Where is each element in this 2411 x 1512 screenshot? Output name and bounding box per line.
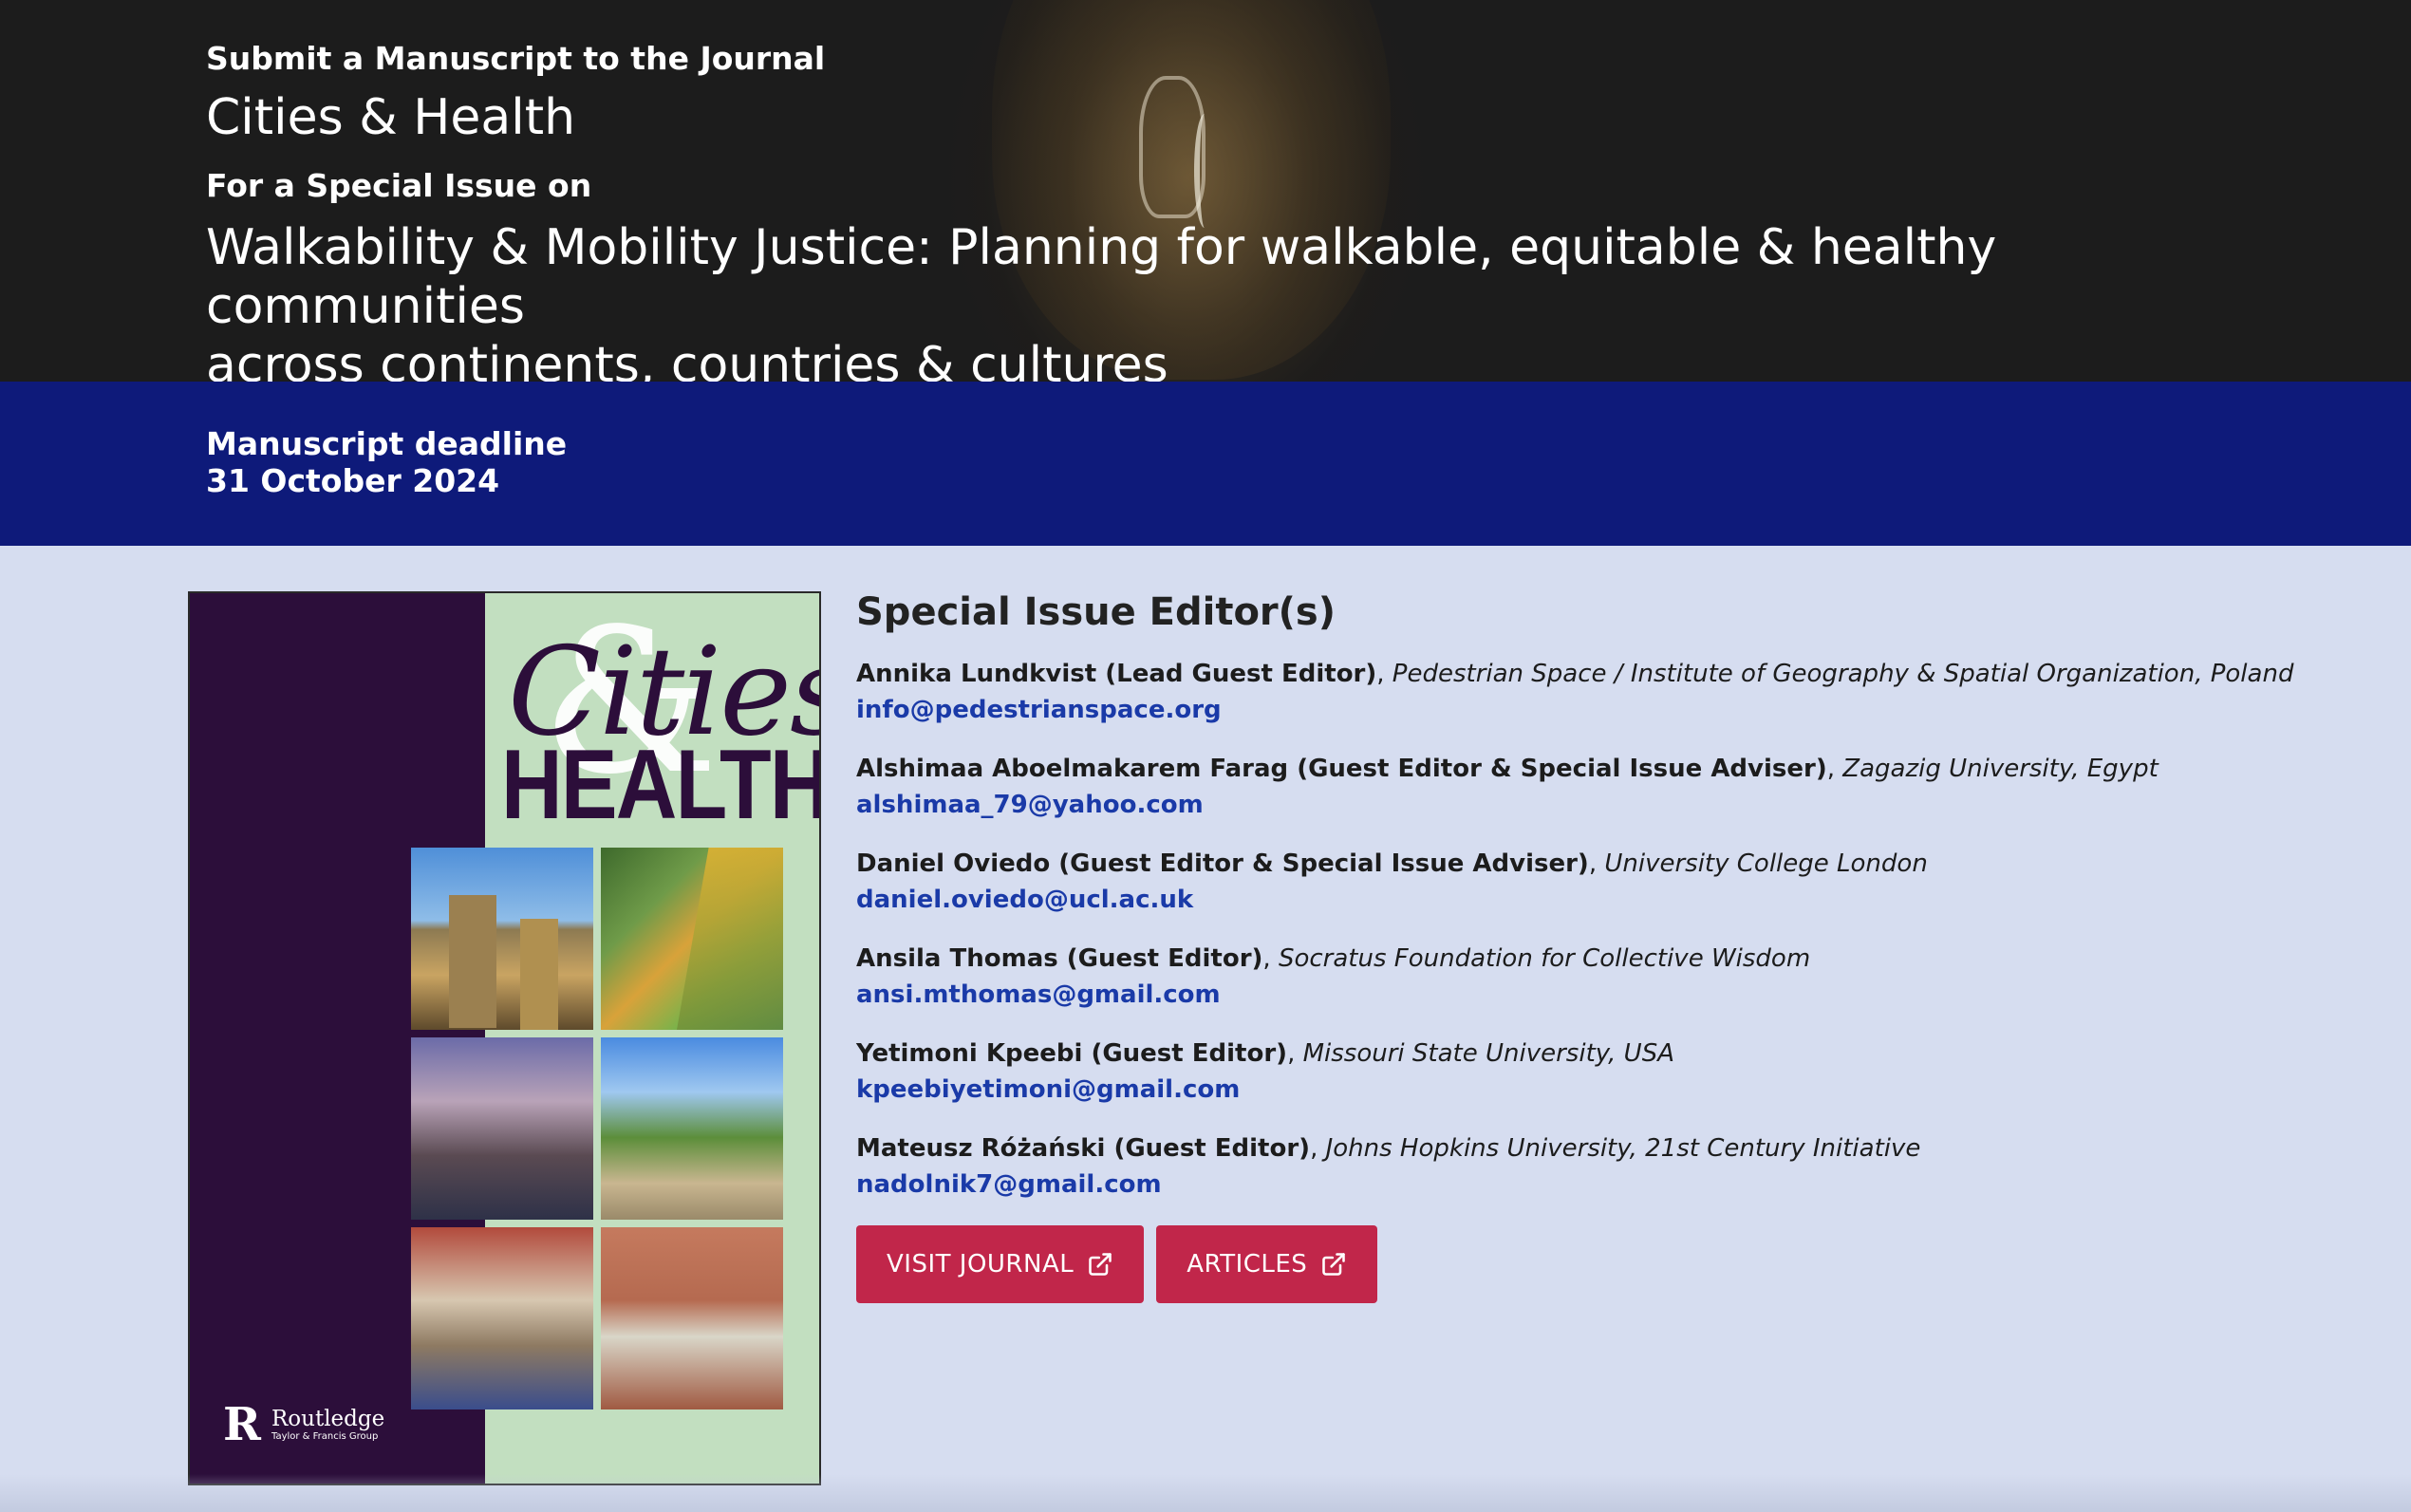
- editor-affiliation: Pedestrian Space / Institute of Geograph…: [1392, 660, 2294, 688]
- editor-item: Daniel Oviedo (Guest Editor & Special Is…: [856, 846, 2337, 918]
- publisher-name: Routledge: [271, 1407, 385, 1431]
- main-content: & Cities HEALTH R Routledge Taylor & Fra…: [0, 546, 2411, 1512]
- deadline-label: Manuscript deadline: [206, 425, 568, 462]
- editor-email-link[interactable]: ansi.mthomas@gmail.com: [856, 977, 1221, 1013]
- editor-name: Annika Lundkvist (Lead Guest Editor): [856, 660, 1377, 688]
- editor-email-link[interactable]: nadolnik7@gmail.com: [856, 1167, 1162, 1203]
- cover-photo-market-stall: [411, 1227, 593, 1409]
- special-issue-title-line-2: across continents, countries & cultures: [206, 337, 1168, 382]
- visit-journal-button[interactable]: VISIT JOURNAL: [856, 1225, 1145, 1303]
- editor-line: Yetimoni Kpeebi (Guest Editor), Missouri…: [856, 1039, 1674, 1068]
- editor-line: Annika Lundkvist (Lead Guest Editor), Pe…: [856, 660, 2294, 688]
- editor-affiliation: Johns Hopkins University, 21st Century I…: [1325, 1134, 1921, 1163]
- action-buttons: VISIT JOURNAL ARTICLES: [856, 1225, 2337, 1303]
- visit-journal-label: VISIT JOURNAL: [887, 1250, 1075, 1279]
- external-link-icon: [1089, 1253, 1112, 1276]
- editor-email-link[interactable]: kpeebiyetimoni@gmail.com: [856, 1072, 1240, 1108]
- cover-title-health: HEALTH: [501, 730, 821, 840]
- deadline-date: 31 October 2024: [206, 462, 500, 499]
- editors-heading: Special Issue Editor(s): [856, 590, 1336, 634]
- special-issue-title: Walkability & Mobility Justice: Planning…: [206, 218, 2247, 382]
- manuscript-deadline: Manuscript deadline 31 October 2024: [206, 425, 567, 499]
- cover-photo-building: [601, 1227, 783, 1409]
- editor-list: Annika Lundkvist (Lead Guest Editor), Pe…: [856, 656, 2337, 1203]
- editor-line: Daniel Oviedo (Guest Editor & Special Is…: [856, 849, 1928, 878]
- cover-photo-market-street: [411, 1037, 593, 1220]
- editor-line: Alshimaa Aboelmakarem Farag (Guest Edito…: [856, 755, 2159, 783]
- articles-button[interactable]: ARTICLES: [1156, 1225, 1378, 1303]
- hero-kicker: Submit a Manuscript to the Journal: [206, 40, 826, 77]
- editor-name: Yetimoni Kpeebi (Guest Editor): [856, 1039, 1288, 1068]
- editor-affiliation: University College London: [1604, 849, 1928, 878]
- editor-name: Daniel Oviedo (Guest Editor & Special Is…: [856, 849, 1589, 878]
- articles-label: ARTICLES: [1187, 1250, 1308, 1279]
- routledge-logo: R Routledge Taylor & Francis Group: [223, 1402, 384, 1447]
- deadline-band: Manuscript deadline 31 October 2024: [0, 382, 2411, 546]
- editor-email-link[interactable]: daniel.oviedo@ucl.ac.uk: [856, 882, 1193, 918]
- routledge-r-icon: R: [223, 1398, 261, 1451]
- editor-item: Alshimaa Aboelmakarem Farag (Guest Edito…: [856, 751, 2337, 823]
- journal-cover-image: & Cities HEALTH R Routledge Taylor & Fra…: [188, 591, 821, 1485]
- journal-name: Cities & Health: [206, 89, 576, 146]
- publisher-subtitle: Taylor & Francis Group: [271, 1431, 379, 1442]
- editor-item: Annika Lundkvist (Lead Guest Editor), Pe…: [856, 656, 2337, 728]
- editors-section: Special Issue Editor(s) Annika Lundkvist…: [856, 588, 2337, 1303]
- editor-item: Ansila Thomas (Guest Editor), Socratus F…: [856, 941, 2337, 1013]
- editor-name: Alshimaa Aboelmakarem Farag (Guest Edito…: [856, 755, 1827, 783]
- bottom-fade: [0, 1474, 2411, 1512]
- editor-line: Mateusz Różański (Guest Editor), Johns H…: [856, 1134, 1921, 1163]
- editor-affiliation: Zagazig University, Egypt: [1842, 755, 2159, 783]
- editor-affiliation: Missouri State University, USA: [1302, 1039, 1674, 1068]
- special-issue-kicker: For a Special Issue on: [206, 167, 592, 204]
- cover-photo-tram: [601, 848, 783, 1030]
- editor-email-link[interactable]: info@pedestrianspace.org: [856, 692, 1222, 728]
- hero-text: Submit a Manuscript to the Journal Citie…: [206, 38, 2247, 382]
- editor-affiliation: Socratus Foundation for Collective Wisdo…: [1278, 944, 1811, 973]
- cover-photo-skyscrapers: [411, 848, 593, 1030]
- routledge-text: Routledge Taylor & Francis Group: [271, 1407, 384, 1443]
- special-issue-title-line-1: Walkability & Mobility Justice: Planning…: [206, 219, 1997, 335]
- editor-name: Mateusz Różański (Guest Editor): [856, 1134, 1311, 1163]
- editor-name: Ansila Thomas (Guest Editor): [856, 944, 1263, 973]
- cover-photo-cyclists: [601, 1037, 783, 1220]
- external-link-icon: [1322, 1253, 1346, 1276]
- hero-banner: Submit a Manuscript to the Journal Citie…: [0, 0, 2411, 382]
- editor-email-link[interactable]: alshimaa_79@yahoo.com: [856, 787, 1204, 823]
- editor-item: Mateusz Różański (Guest Editor), Johns H…: [856, 1130, 2337, 1203]
- editor-line: Ansila Thomas (Guest Editor), Socratus F…: [856, 944, 1811, 973]
- editor-item: Yetimoni Kpeebi (Guest Editor), Missouri…: [856, 1036, 2337, 1108]
